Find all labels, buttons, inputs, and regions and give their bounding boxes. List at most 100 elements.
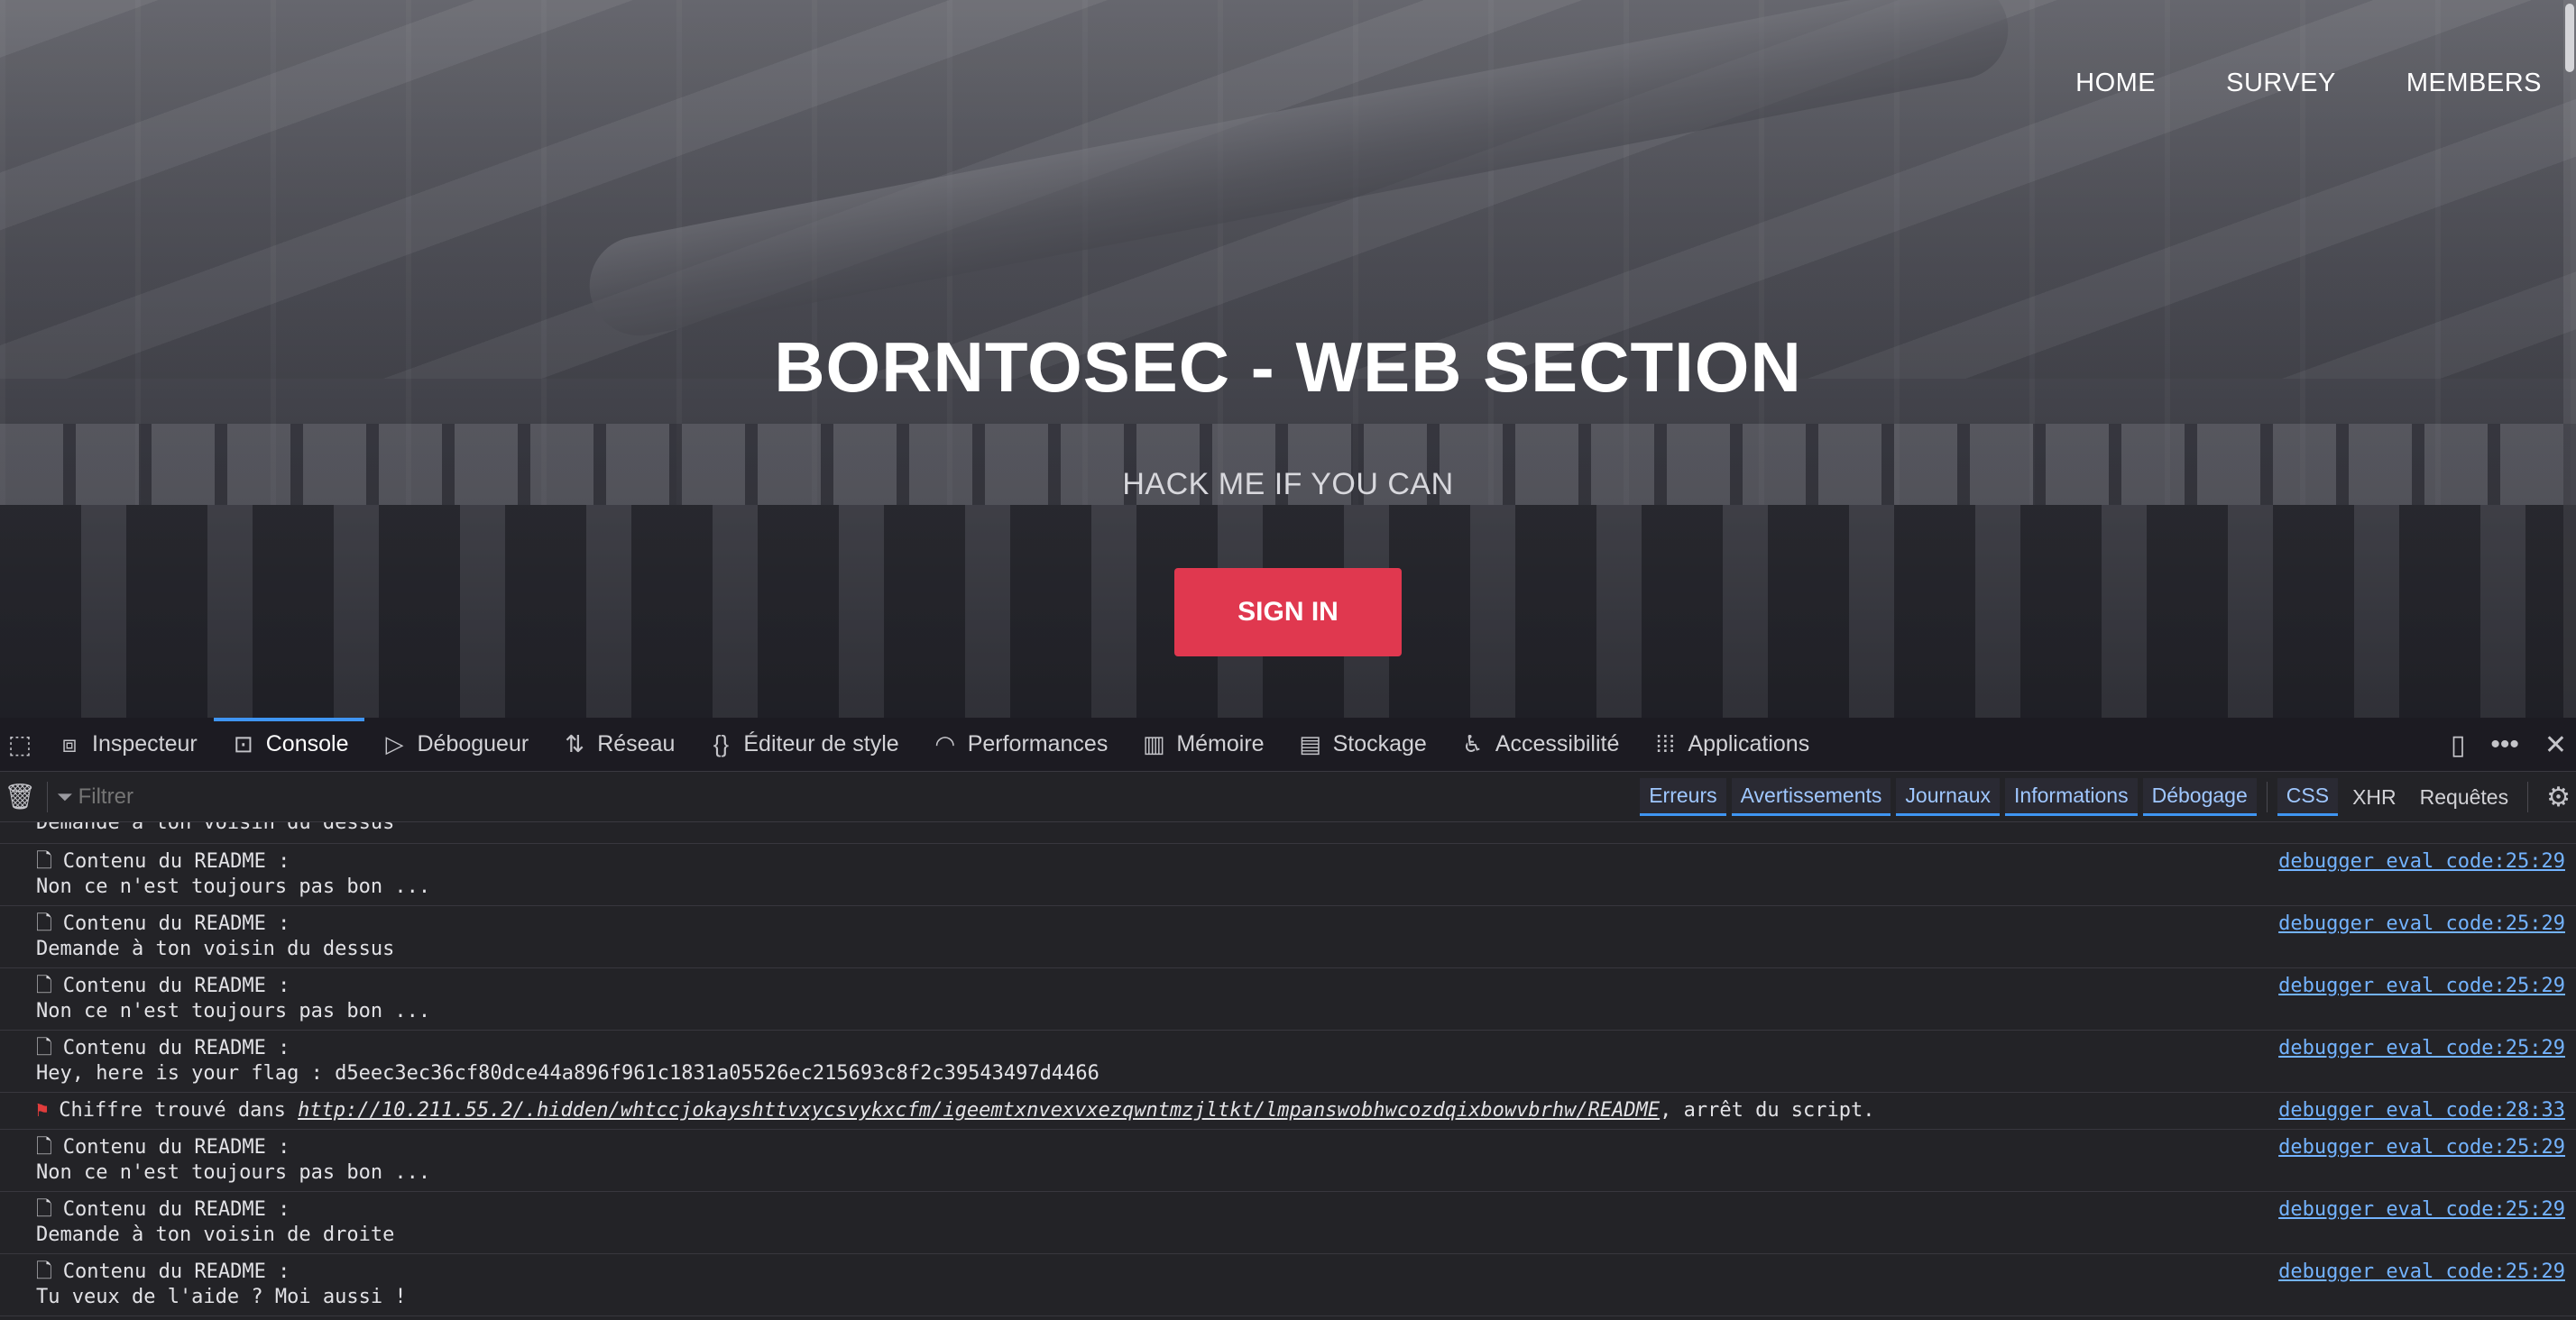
message-source-link[interactable]: debugger eval code:25:29: [2278, 1260, 2565, 1285]
message-header: Contenu du README :: [62, 1260, 290, 1283]
message-source-link[interactable]: debugger eval code:25:29: [2278, 1135, 2565, 1160]
console-message: 🗋 Contenu du README : Demande à ton voisi…: [0, 1192, 2576, 1254]
trash-icon[interactable]: 🗑: [0, 782, 40, 811]
tab-debugger[interactable]: ▷ Débogueur: [364, 718, 545, 772]
document-icon: 🗋: [36, 850, 52, 873]
website-hero: HOME SURVEY MEMBERS BORNTOSEC - WEB SECT…: [0, 0, 2576, 718]
tab-label: Console: [265, 731, 349, 756]
message-source-link[interactable]: debugger eval code:25:29: [2278, 1036, 2565, 1061]
page-scrollbar[interactable]: [2563, 0, 2576, 718]
element-picker-icon[interactable]: ⬚: [0, 718, 40, 772]
tab-network[interactable]: ⇅ Réseau: [545, 718, 691, 772]
console-message-error: ⚑ Chiffre trouvé dans http://10.211.55.2/…: [0, 1093, 2576, 1130]
message-body: Non ce n'est toujours pas bon ...: [36, 1161, 431, 1184]
tab-applications[interactable]: ⁞⁞⁞ Applications: [1635, 718, 1826, 772]
page-title: BORNTOSEC - WEB SECTION: [774, 327, 1802, 407]
tab-performance[interactable]: ◠ Performances: [915, 718, 1125, 772]
document-icon: 🗋: [36, 1136, 52, 1159]
console-filter-bar: 🗑 ⏷ Erreurs Avertissements Journaux Info…: [0, 772, 2576, 822]
level-info[interactable]: Informations: [2005, 778, 2138, 816]
message-source-link[interactable]: debugger eval code:25:29: [2278, 849, 2565, 875]
console-message: 🗋 Contenu du README : Non ce n'est toujou…: [0, 968, 2576, 1031]
tab-label: Débogueur: [417, 731, 529, 756]
nav-survey[interactable]: SURVEY: [2226, 69, 2336, 98]
close-icon[interactable]: ✕: [2544, 729, 2567, 761]
network-icon: ⇅: [565, 730, 585, 757]
log-level-filters: Erreurs Avertissements Journaux Informat…: [1637, 772, 2576, 822]
divider: [47, 781, 48, 812]
filter-requests[interactable]: Requêtes: [2411, 780, 2517, 815]
more-options-icon[interactable]: •••: [2490, 729, 2519, 760]
console-message-partial: Demande à ton voisin du dessus: [0, 822, 2576, 844]
level-debug[interactable]: Débogage: [2142, 778, 2257, 816]
message-text: Chiffre trouvé dans http://10.211.55.2/.…: [59, 1098, 1874, 1123]
tab-label: Performances: [967, 731, 1109, 756]
tab-label: Accessibilité: [1495, 731, 1620, 756]
tab-label: Inspecteur: [92, 731, 198, 756]
message-header: Contenu du README :: [62, 912, 290, 935]
console-message: 🗋 Contenu du README : Non ce n'est toujou…: [0, 844, 2576, 906]
style-editor-icon: {}: [713, 730, 730, 757]
tab-style-editor[interactable]: {} Éditeur de style: [691, 718, 915, 772]
message-suffix: , arrêt du script.: [1660, 1099, 1875, 1122]
tab-label: Éditeur de style: [743, 731, 899, 756]
message-source-link[interactable]: debugger eval code:25:29: [2278, 974, 2565, 999]
sign-in-button[interactable]: SIGN IN: [1174, 568, 1402, 656]
console-icon: ⊡: [233, 730, 253, 757]
storage-icon: ▤: [1299, 730, 1321, 757]
applications-icon: ⁞⁞⁞: [1655, 730, 1676, 757]
scrollbar-thumb[interactable]: [2565, 4, 2574, 72]
message-source-link[interactable]: debugger eval code:28:33: [2278, 1098, 2565, 1123]
console-output[interactable]: Demande à ton voisin du dessus 🗋 Contenu …: [0, 822, 2576, 1320]
divider: [2266, 782, 2268, 812]
console-message: 🗋 Contenu du README : Demande à ton voisi…: [0, 906, 2576, 968]
message-body: Demande à ton voisin de droite: [36, 1224, 395, 1246]
readme-url-link[interactable]: http://10.211.55.2/.hidden/whtccjokaysht…: [298, 1099, 1660, 1122]
nav-home[interactable]: HOME: [2075, 69, 2156, 98]
message-prefix: Chiffre trouvé dans: [59, 1099, 299, 1122]
devtools-panel: ⬚ ⧈ Inspecteur ⊡ Console ▷ Débogueur ⇅ Résea…: [0, 717, 2576, 1320]
message-body: Tu veux de l'aide ? Moi aussi !: [36, 1286, 407, 1308]
tab-memory[interactable]: ▥ Mémoire: [1124, 718, 1280, 772]
level-logs[interactable]: Journaux: [1896, 778, 2001, 816]
document-icon: 🗋: [36, 912, 52, 935]
filter-icon: ⏷: [57, 784, 73, 808]
console-message: 🗋 Contenu du README : Tu veux de l'aide ?…: [0, 1254, 2576, 1316]
page-subtitle: HACK ME IF YOU CAN: [1122, 467, 1454, 501]
filter-input[interactable]: [78, 784, 890, 810]
tab-accessibility[interactable]: ♿ Accessibilité: [1443, 718, 1636, 772]
tab-console[interactable]: ⊡ Console: [213, 717, 365, 772]
message-source-link[interactable]: debugger eval code:25:29: [2278, 1197, 2565, 1223]
tab-label: Applications: [1688, 731, 1810, 756]
filter-xhr[interactable]: XHR: [2343, 780, 2406, 815]
filter-css[interactable]: CSS: [2277, 778, 2339, 816]
level-errors[interactable]: Erreurs: [1640, 778, 1726, 816]
divider: [2527, 782, 2529, 812]
performance-icon: ◠: [934, 730, 956, 757]
document-icon: 🗋: [36, 975, 52, 997]
responsive-design-icon[interactable]: ▯: [2451, 729, 2466, 761]
level-warnings[interactable]: Avertissements: [1731, 778, 1891, 816]
document-icon: 🗋: [36, 1037, 52, 1059]
message-text: Demande à ton voisin du dessus: [36, 822, 395, 834]
tab-label: Mémoire: [1176, 731, 1265, 756]
message-header: Contenu du README :: [62, 975, 290, 997]
tab-storage[interactable]: ▤ Stockage: [1281, 718, 1443, 772]
console-message: 🗋 Contenu du README : Non ce n'est toujou…: [0, 1130, 2576, 1192]
nav-members[interactable]: MEMBERS: [2406, 69, 2542, 98]
site-nav: HOME SURVEY MEMBERS: [2075, 69, 2542, 98]
memory-icon: ▥: [1143, 730, 1165, 757]
gear-icon[interactable]: ⚙: [2546, 782, 2571, 813]
message-body: Demande à ton voisin du dessus: [36, 938, 395, 960]
inspector-icon: ⧈: [61, 729, 78, 757]
message-body: Hey, here is your flag : d5eec3ec36cf80d…: [36, 1062, 1099, 1085]
devtools-toolbar: ⬚ ⧈ Inspecteur ⊡ Console ▷ Débogueur ⇅ Résea…: [0, 717, 2576, 772]
accessibility-icon: ♿: [1462, 730, 1484, 757]
tab-inspector[interactable]: ⧈ Inspecteur: [40, 718, 214, 772]
tab-label: Stockage: [1332, 731, 1427, 756]
message-header: Contenu du README :: [62, 850, 290, 873]
message-header: Contenu du README :: [62, 1198, 290, 1221]
message-source-link[interactable]: debugger eval code:25:29: [2278, 912, 2565, 937]
devtools-toolbar-right: ▯ ••• ✕: [2451, 718, 2576, 772]
message-body: Non ce n'est toujours pas bon ...: [36, 875, 431, 898]
